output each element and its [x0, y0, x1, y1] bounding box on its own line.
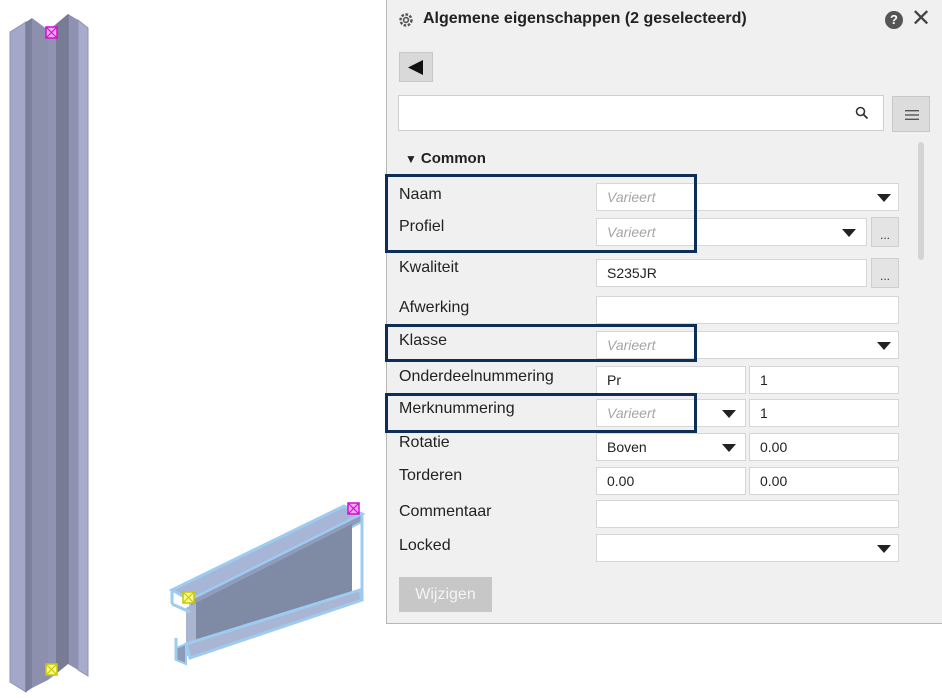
- onderdeelnummering-start-field[interactable]: 1: [749, 366, 899, 394]
- horizontal-beam[interactable]: [168, 504, 366, 666]
- chevron-down-icon: [842, 229, 856, 237]
- afwerking-label: Afwerking: [399, 299, 470, 316]
- kwaliteit-browse-button[interactable]: ...: [871, 258, 899, 288]
- highlight-klasse: [385, 324, 697, 362]
- rotatie-offset-field[interactable]: 0.00: [749, 433, 899, 461]
- menu-button[interactable]: [892, 96, 930, 132]
- rotatie-value: Boven: [607, 439, 647, 455]
- chevron-down-icon: [877, 194, 891, 202]
- properties-panel: Algemene eigenschappen (2 geselecteerd) …: [385, 0, 942, 624]
- search-icon[interactable]: [855, 106, 869, 120]
- onderdeelnummering-prefix: Pr: [607, 372, 621, 388]
- gear-icon: [399, 13, 413, 27]
- commentaar-label: Commentaar: [399, 503, 492, 520]
- rotatie-offset: 0.00: [760, 439, 788, 455]
- back-button[interactable]: [399, 52, 433, 82]
- search-input[interactable]: [398, 95, 884, 131]
- column-top-handle[interactable]: [45, 26, 58, 39]
- locked-label: Locked: [399, 537, 451, 554]
- chevron-down-icon: [722, 410, 736, 418]
- tordeeren-value-1: 0.00: [607, 473, 635, 489]
- section-common[interactable]: ▼ Common: [405, 150, 486, 167]
- section-label: Common: [420, 150, 486, 167]
- close-icon[interactable]: ✕: [911, 6, 931, 32]
- beam-start-handle[interactable]: [182, 591, 195, 604]
- onderdeelnummering-start: 1: [760, 372, 768, 388]
- hamburger-icon: [905, 110, 919, 120]
- kwaliteit-label: Kwaliteit: [399, 259, 459, 276]
- chevron-down-icon: [877, 342, 891, 350]
- kwaliteit-value: S235JR: [607, 265, 657, 281]
- merknummering-start-field[interactable]: 1: [749, 399, 899, 427]
- afwerking-field[interactable]: [596, 296, 899, 324]
- onderdeelnummering-prefix-field[interactable]: Pr: [596, 366, 746, 394]
- panel-titlebar: Algemene eigenschappen (2 geselecteerd) …: [387, 0, 942, 42]
- chevron-down-icon: [722, 444, 736, 452]
- kwaliteit-field[interactable]: S235JR: [596, 259, 867, 287]
- locked-dropdown[interactable]: [596, 534, 899, 562]
- vertical-column[interactable]: [9, 14, 89, 693]
- tordeeren-field-2[interactable]: 0.00: [749, 467, 899, 495]
- collapse-triangle-icon: ▼: [405, 152, 417, 166]
- help-icon[interactable]: ?: [885, 11, 903, 29]
- panel-title: Algemene eigenschappen (2 geselecteerd): [423, 10, 747, 27]
- model-viewport[interactable]: [0, 0, 380, 693]
- rotatie-dropdown[interactable]: Boven: [596, 433, 746, 461]
- back-arrow-icon: [408, 60, 423, 75]
- scrollbar[interactable]: [918, 142, 924, 260]
- tordeeren-label: Torderen: [399, 467, 463, 484]
- column-bottom-handle[interactable]: [45, 663, 58, 676]
- chevron-down-icon: [877, 545, 891, 553]
- beam-end-handle[interactable]: [347, 502, 360, 515]
- tordeeren-value-2: 0.00: [760, 473, 788, 489]
- onderdeelnummering-label: Onderdeelnummering: [399, 368, 554, 385]
- commentaar-field[interactable]: [596, 500, 899, 528]
- highlight-merknummering: [385, 393, 697, 433]
- tordeeren-field-1[interactable]: 0.00: [596, 467, 746, 495]
- rotatie-label: Rotatie: [399, 434, 450, 451]
- wijzigen-button[interactable]: Wijzigen: [399, 577, 492, 612]
- profiel-browse-button[interactable]: ...: [871, 217, 899, 247]
- merknummering-start: 1: [760, 405, 768, 421]
- highlight-naam-profiel: [385, 174, 697, 253]
